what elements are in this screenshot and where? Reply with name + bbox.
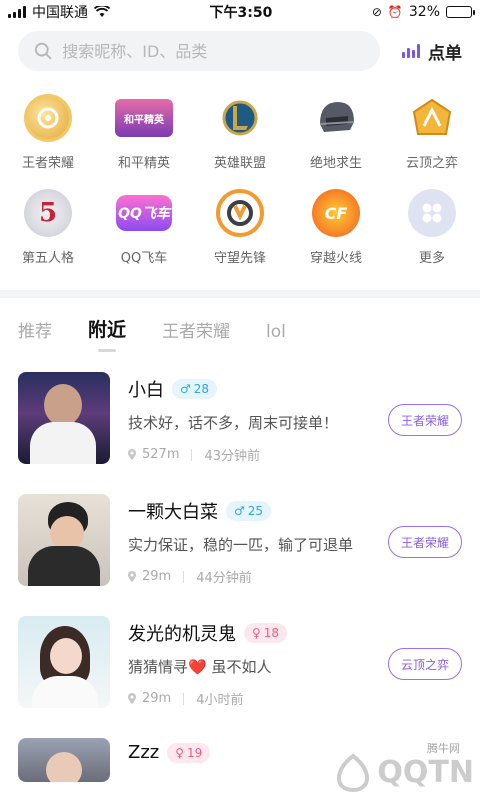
tab-lol[interactable]: lol	[266, 322, 286, 354]
gender-age-badge: ♂ 28	[172, 379, 218, 399]
category-more[interactable]: 更多	[384, 189, 480, 266]
user-meta: 527m 43分钟前	[128, 445, 462, 464]
distance: 527m	[142, 447, 180, 462]
search-icon	[34, 42, 52, 60]
gender-age-badge: ♀ 19	[167, 742, 211, 763]
tft-icon	[408, 94, 456, 142]
category-tft[interactable]: 云顶之弈	[384, 94, 480, 171]
watermark-logo-icon	[337, 753, 370, 792]
gender-age-badge: ♀ 18	[244, 623, 288, 643]
order-button[interactable]: 点单	[402, 39, 462, 64]
header: 点单	[0, 24, 480, 72]
section-divider	[0, 290, 480, 298]
last-active: 4小时前	[196, 693, 244, 708]
game-tag-button[interactable]: 王者荣耀	[387, 404, 462, 436]
location-pin-icon	[128, 571, 136, 582]
user-name: 发光的机灵鬼	[128, 624, 236, 645]
game-tag-button[interactable]: 王者荣耀	[387, 526, 462, 558]
search-bar[interactable]	[18, 31, 380, 71]
tab-recommend[interactable]: 推荐	[18, 317, 52, 354]
order-bars-icon	[402, 44, 420, 58]
battery-percent: 32%	[408, 4, 440, 20]
game-tag-button[interactable]: 云顶之弈	[387, 648, 462, 680]
alarm-icon: ⏰	[387, 5, 403, 19]
more-grid-icon	[408, 189, 456, 237]
identity-v-icon: 5	[24, 189, 72, 237]
peace-elite-icon: 和平精英	[115, 99, 173, 137]
watermark: 腾牛网 QQTN	[333, 742, 474, 792]
crossfire-icon: CF	[312, 189, 360, 237]
tab-nearby[interactable]: 附近	[88, 315, 126, 354]
battery-icon	[446, 6, 475, 18]
category-pubg[interactable]: 绝地求生	[288, 94, 384, 171]
category-peace-elite[interactable]: 和平精英 和平精英	[96, 94, 192, 171]
carrier-label: 中国联通	[32, 5, 88, 21]
list-item[interactable]: 发光的机灵鬼 ♀ 18 猜猜情寻❤️ 虽不如人 29m 4小时前 云顶之弈	[18, 616, 462, 738]
overwatch-icon	[216, 189, 264, 237]
user-name: Zzz	[128, 742, 160, 763]
category-identity-v[interactable]: 5 第五人格	[0, 189, 96, 266]
category-overwatch[interactable]: 守望先锋	[192, 189, 288, 266]
male-icon: ♂	[234, 504, 245, 518]
avatar	[18, 616, 110, 708]
list-item[interactable]: 小白 ♂ 28 技术好，话不多，周末可接单！ 527m 43分钟前 王者荣耀	[18, 372, 462, 494]
pubg-helmet-icon	[312, 94, 360, 142]
avatar	[18, 738, 110, 782]
user-meta: 29m 4小时前	[128, 689, 462, 708]
category-grid: 王者荣耀 和平精英 和平精英 英雄联盟 绝地求生 云顶之弈 5 第五人格 QQ飞…	[0, 72, 480, 266]
status-bar: 中国联通 下午3:50 ⊘ ⏰ 32%	[0, 0, 480, 24]
user-list: 小白 ♂ 28 技术好，话不多，周末可接单！ 527m 43分钟前 王者荣耀 一颗…	[0, 354, 480, 798]
category-league-of-legends[interactable]: 英雄联盟	[192, 94, 288, 171]
watermark-sub: 腾牛网	[427, 742, 460, 755]
search-input[interactable]	[62, 41, 364, 61]
user-name: 小白	[128, 380, 164, 401]
gender-age-badge: ♂ 25	[226, 501, 272, 521]
meta-divider	[191, 448, 193, 461]
distance: 29m	[142, 691, 172, 706]
honor-of-kings-icon	[24, 94, 72, 142]
category-honor-of-kings[interactable]: 王者荣耀	[0, 94, 96, 171]
last-active: 43分钟前	[204, 449, 261, 464]
meta-divider	[183, 570, 185, 583]
qq-speed-icon: QQ飞车	[116, 195, 172, 231]
user-name: 一颗大白菜	[128, 502, 218, 523]
rotation-lock-icon: ⊘	[371, 5, 382, 19]
location-pin-icon	[128, 693, 136, 704]
tab-honor-of-kings[interactable]: 王者荣耀	[162, 317, 230, 354]
female-icon: ♀	[252, 626, 261, 640]
distance: 29m	[142, 569, 172, 584]
signal-icon	[8, 6, 26, 18]
male-icon: ♂	[180, 382, 191, 396]
last-active: 44分钟前	[196, 571, 252, 586]
league-of-legends-icon	[216, 94, 264, 142]
female-icon: ♀	[175, 745, 185, 760]
category-qq-speed[interactable]: QQ飞车 QQ飞车	[96, 189, 192, 266]
category-crossfire[interactable]: CF 穿越火线	[288, 189, 384, 266]
avatar	[18, 372, 110, 464]
wifi-icon	[94, 6, 110, 17]
avatar	[18, 494, 110, 586]
location-pin-icon	[128, 449, 136, 460]
meta-divider	[183, 692, 185, 705]
watermark-text: QQTN	[377, 754, 474, 790]
filter-tabs: 推荐 附近 王者荣耀 lol	[0, 298, 480, 354]
user-meta: 29m 44分钟前	[128, 567, 462, 586]
clock: 下午3:50	[209, 5, 273, 21]
list-item[interactable]: 一颗大白菜 ♂ 25 实力保证，稳的一匹，输了可退单 29m 44分钟前 王者荣耀	[18, 494, 462, 616]
order-label: 点单	[428, 43, 462, 64]
